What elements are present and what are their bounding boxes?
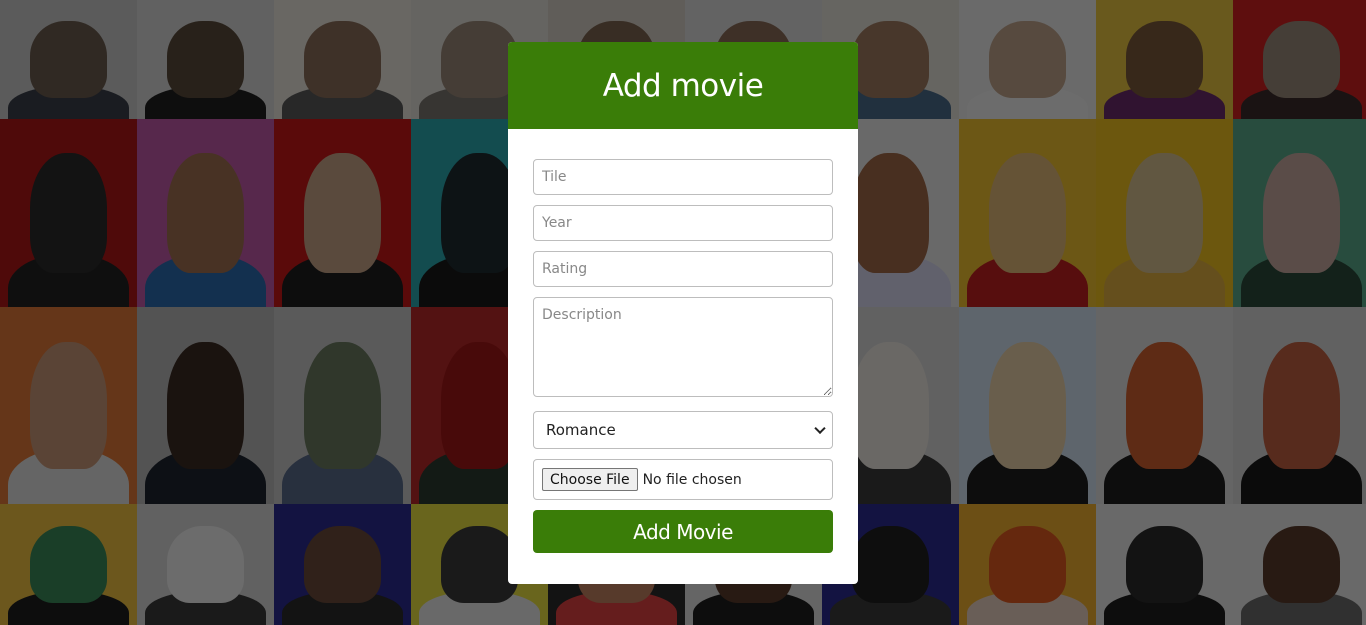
add-movie-card: Add movie Romance Choose File No file ch… bbox=[508, 42, 858, 584]
add-movie-button[interactable]: Add Movie bbox=[533, 510, 833, 553]
genre-select[interactable]: Romance bbox=[533, 411, 833, 449]
description-textarea[interactable] bbox=[533, 297, 833, 397]
genre-select-value: Romance bbox=[546, 421, 616, 439]
title-input[interactable] bbox=[533, 159, 833, 195]
file-status-text: No file chosen bbox=[642, 471, 742, 488]
page-title: Add movie bbox=[602, 67, 764, 104]
rating-input[interactable] bbox=[533, 251, 833, 287]
chevron-down-icon bbox=[814, 422, 826, 435]
year-input[interactable] bbox=[533, 205, 833, 241]
add-movie-form: Romance Choose File No file chosen Add M… bbox=[508, 129, 858, 553]
card-header: Add movie bbox=[508, 42, 858, 129]
file-input: Choose File No file chosen bbox=[533, 459, 833, 500]
choose-file-button[interactable]: Choose File bbox=[542, 468, 638, 491]
